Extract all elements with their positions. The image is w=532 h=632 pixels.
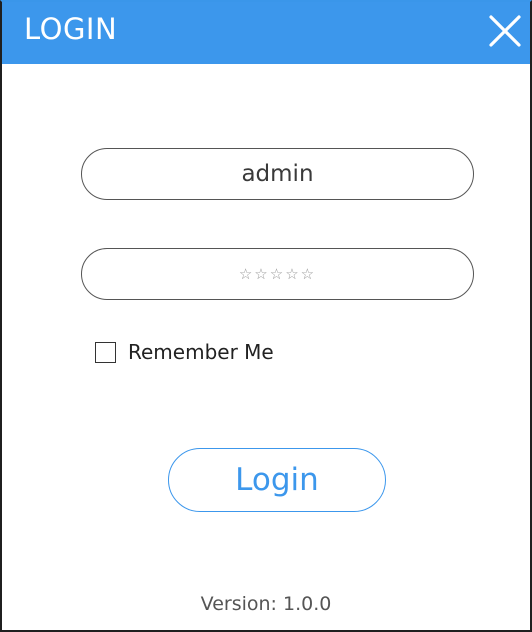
version-label: Version: 1.0.0 — [200, 593, 332, 615]
remember-me-label: Remember Me — [128, 340, 274, 364]
username-field[interactable] — [81, 148, 474, 200]
title-bar: LOGIN — [2, 2, 530, 64]
login-button[interactable]: Login — [168, 448, 386, 512]
username-input[interactable] — [101, 160, 454, 188]
login-window: LOGIN Remember Me Login Version: 1.0.0 — [0, 0, 532, 632]
close-icon — [489, 15, 521, 47]
remember-me-checkbox[interactable] — [95, 341, 116, 363]
password-field[interactable] — [81, 248, 474, 300]
window-title: LOGIN — [24, 12, 118, 46]
remember-me[interactable]: Remember Me — [95, 340, 274, 364]
close-button[interactable] — [486, 12, 524, 50]
password-input[interactable] — [101, 264, 454, 284]
